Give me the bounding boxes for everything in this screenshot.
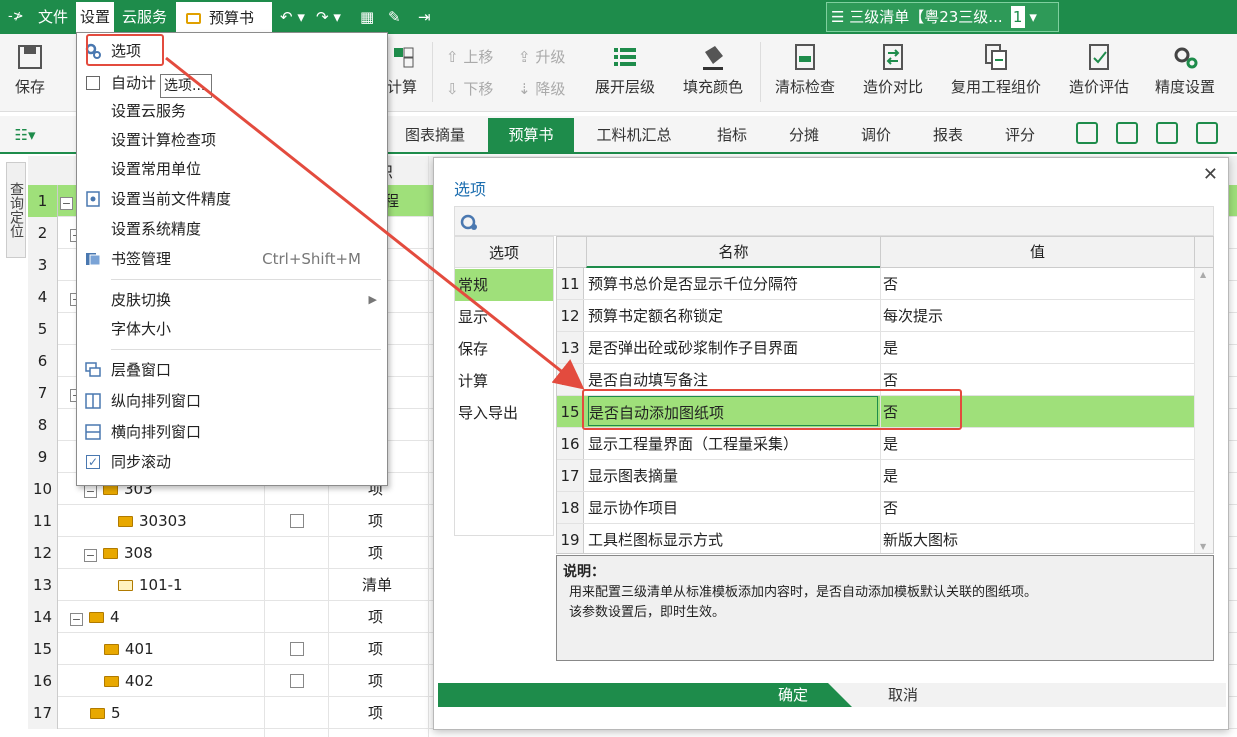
annotation-arrow (165, 56, 585, 390)
